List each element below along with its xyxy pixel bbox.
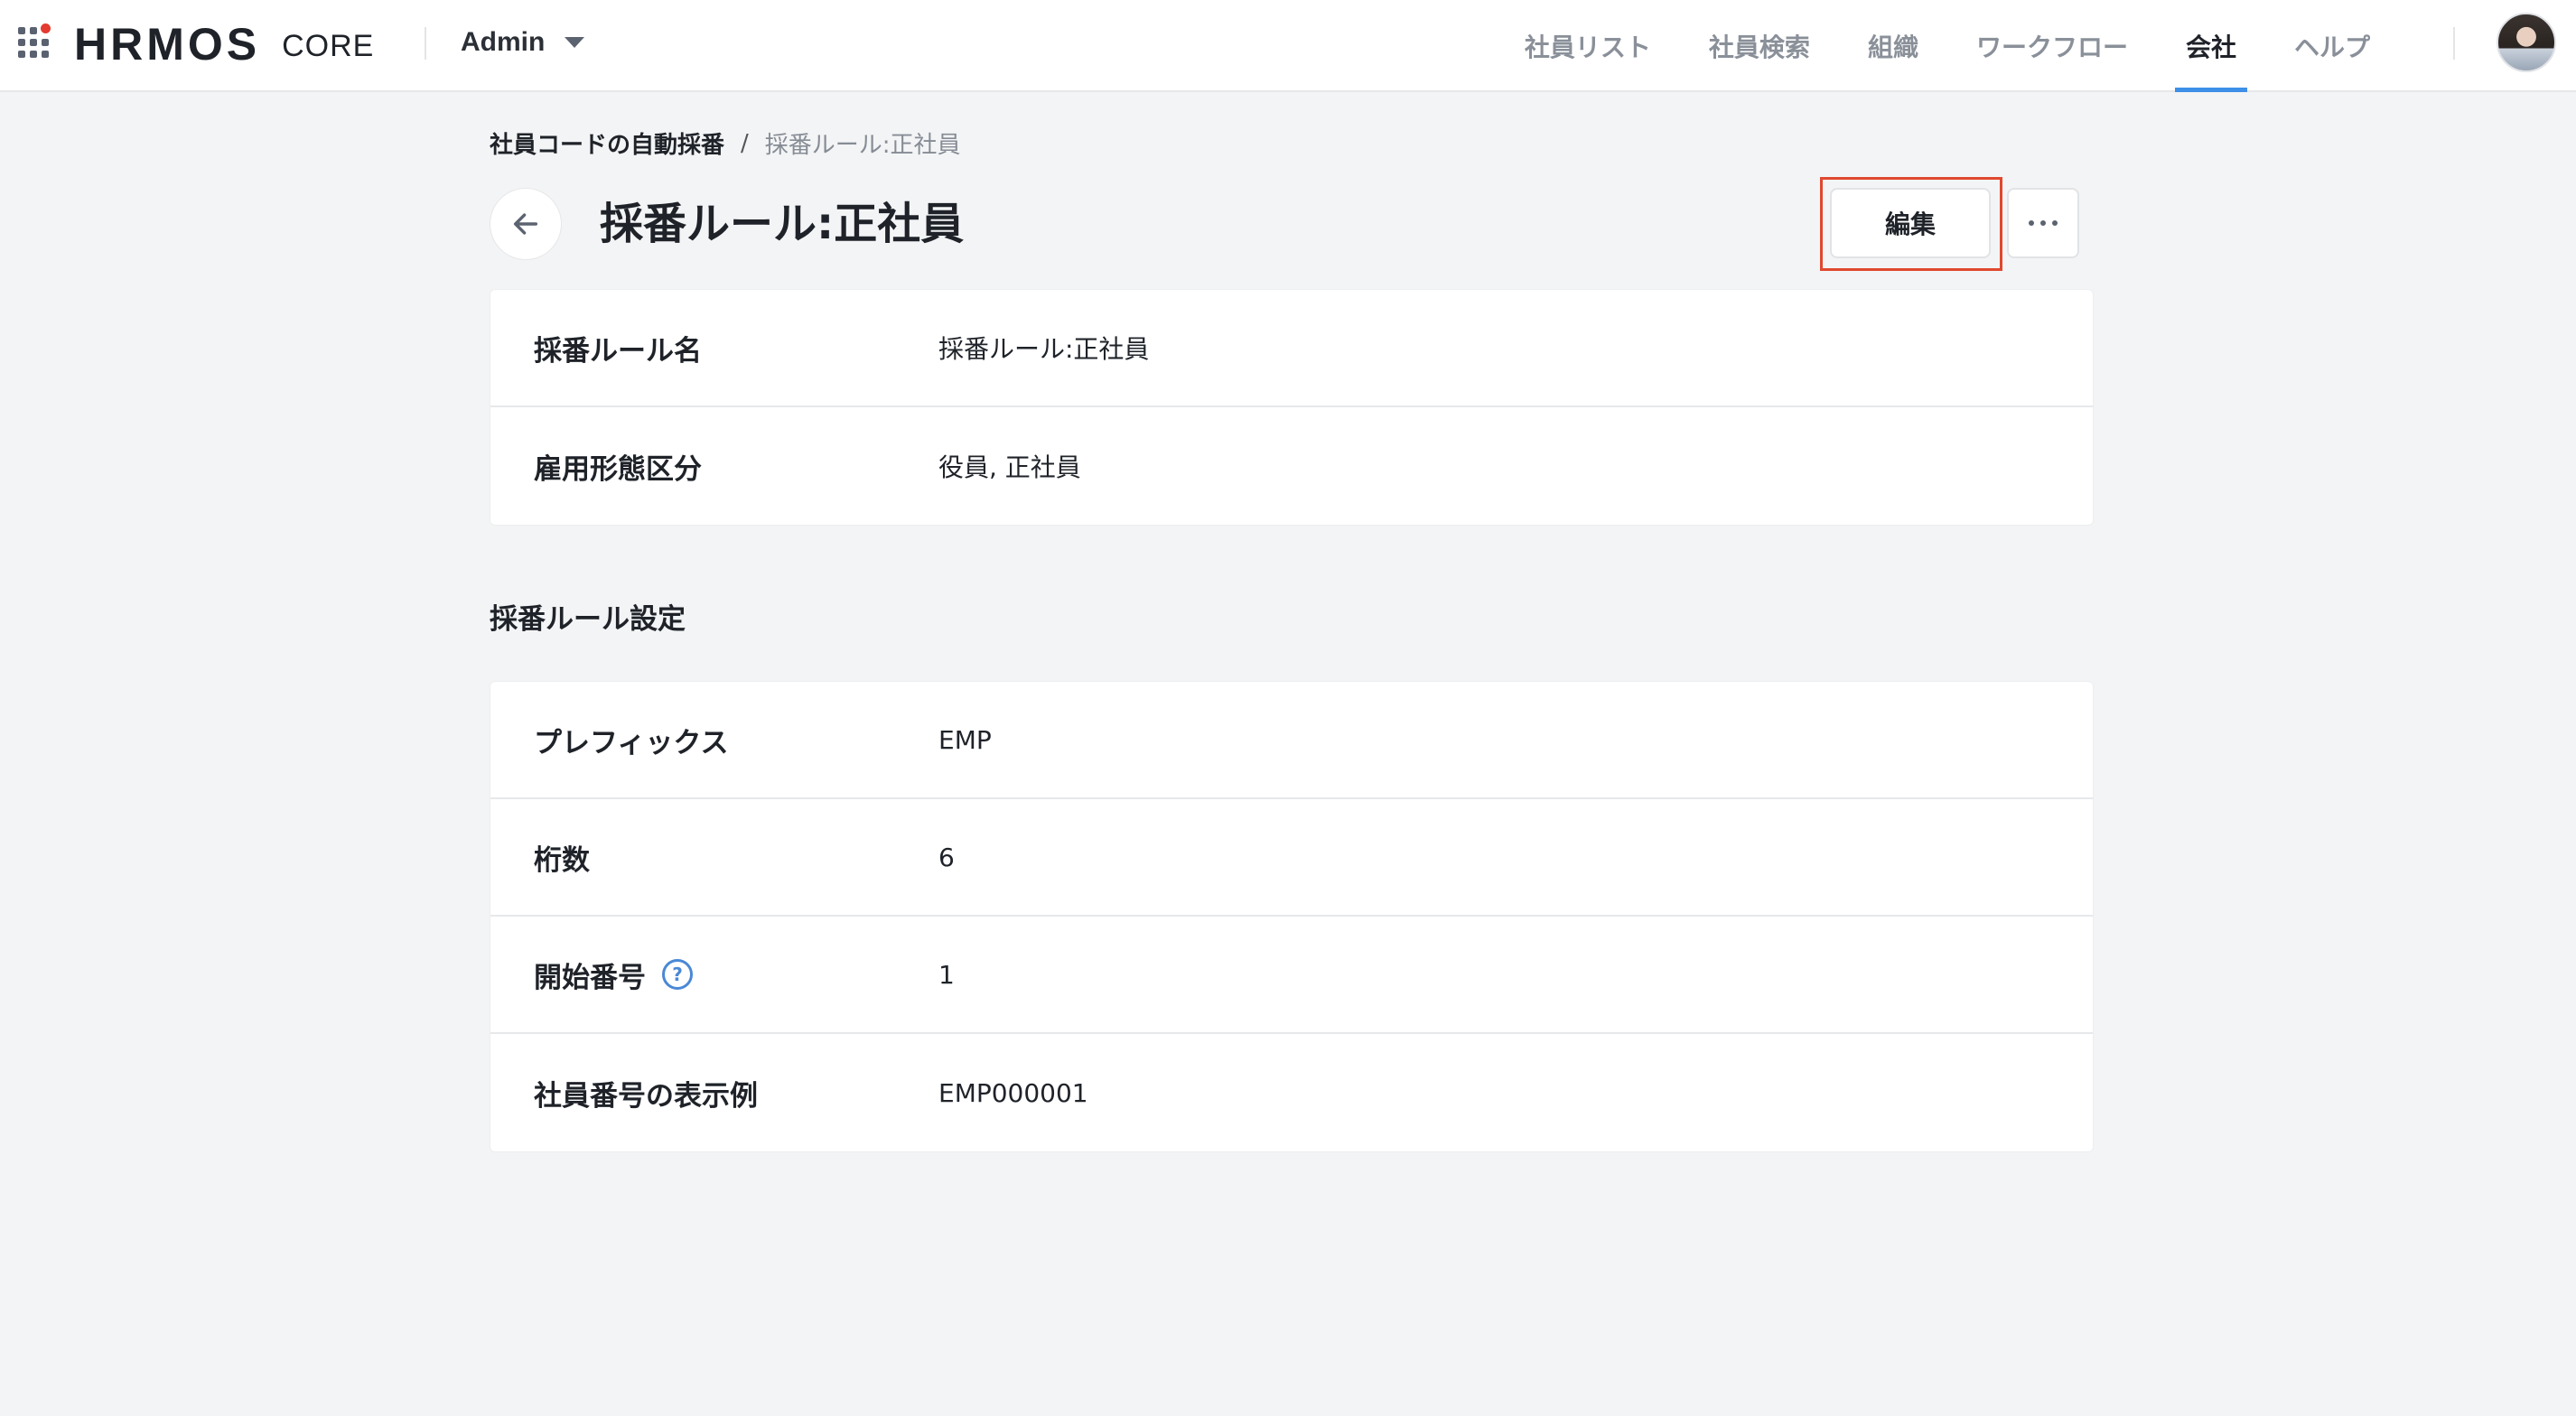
- basic-info-card: 採番ルール名 採番ルール:正社員 雇用形態区分 役員, 正社員: [490, 289, 2094, 526]
- field-label: 雇用形態区分: [534, 452, 702, 486]
- settings-card: プレフィックス EMP 桁数 6 開始番号 ? 1 社員番号の表示例 EMP00…: [490, 681, 2094, 1152]
- edit-button[interactable]: 編集: [1830, 188, 1991, 258]
- chevron-down-icon: [565, 37, 585, 48]
- nav-item-company[interactable]: 会社: [2157, 0, 2265, 92]
- nav-item-organization[interactable]: 組織: [1839, 0, 1947, 92]
- breadcrumb-separator: /: [741, 129, 749, 157]
- more-dots-icon: [2029, 220, 2034, 226]
- role-selector[interactable]: Admin: [461, 20, 585, 65]
- page-title: 採番ルール:正社員: [600, 199, 965, 249]
- setting-row: 桁数 6: [490, 799, 2093, 917]
- field-label-with-help: 開始番号 ?: [490, 955, 938, 995]
- back-button[interactable]: [490, 188, 562, 260]
- setting-row: 開始番号 ? 1: [490, 917, 2093, 1034]
- field-label: 社員番号の表示例: [534, 1079, 758, 1113]
- hrmos-logo[interactable]: HRMOS CORE: [74, 13, 374, 76]
- question-circle-icon[interactable]: ?: [662, 959, 693, 990]
- header-divider-right: [2453, 27, 2455, 60]
- info-row: 雇用形態区分 役員, 正社員: [490, 407, 2093, 525]
- role-label: Admin: [461, 27, 546, 57]
- nav-item-employee-search[interactable]: 社員検索: [1680, 0, 1839, 92]
- field-value: 採番ルール:正社員: [938, 334, 1150, 364]
- app-switcher-icon[interactable]: [18, 23, 54, 60]
- field-value: 1: [938, 959, 955, 990]
- field-value: EMP: [938, 724, 992, 755]
- field-value: 役員, 正社員: [938, 452, 1081, 482]
- nav-item-workflow[interactable]: ワークフロー: [1947, 0, 2157, 92]
- breadcrumb-current: 採番ルール:正社員: [764, 132, 961, 159]
- field-label: プレフィックス: [534, 726, 729, 759]
- nav-item-employee-list[interactable]: 社員リスト: [1496, 0, 1680, 92]
- field-value: EMP000001: [938, 1077, 1088, 1108]
- setting-row: プレフィックス EMP: [490, 682, 2093, 799]
- logo-wordmark: HRMOS: [74, 19, 261, 70]
- section-title: 採番ルール設定: [490, 603, 686, 636]
- main-nav: 社員リスト 社員検索 組織 ワークフロー 会社 ヘルプ: [1496, 0, 2399, 92]
- header-divider: [425, 27, 426, 60]
- setting-row: 社員番号の表示例 EMP000001: [490, 1034, 2093, 1151]
- nav-item-help[interactable]: ヘルプ: [2265, 0, 2399, 92]
- top-header: HRMOS CORE Admin 社員リスト 社員検索 組織 ワークフロー 会社…: [0, 0, 2576, 92]
- info-row: 採番ルール名 採番ルール:正社員: [490, 290, 2093, 407]
- field-label: 桁数: [534, 843, 590, 877]
- field-label: 採番ルール名: [534, 334, 702, 368]
- field-label-text: 開始番号: [534, 961, 646, 994]
- user-avatar[interactable]: [2497, 13, 2556, 72]
- breadcrumb-parent-link[interactable]: 社員コードの自動採番: [490, 126, 724, 160]
- field-value: 6: [938, 842, 955, 872]
- logo-product-name: CORE: [282, 28, 375, 63]
- arrow-left-icon: [513, 213, 538, 235]
- more-options-button[interactable]: [2007, 188, 2079, 258]
- breadcrumb: 社員コードの自動採番 / 採番ルール:正社員: [490, 126, 961, 160]
